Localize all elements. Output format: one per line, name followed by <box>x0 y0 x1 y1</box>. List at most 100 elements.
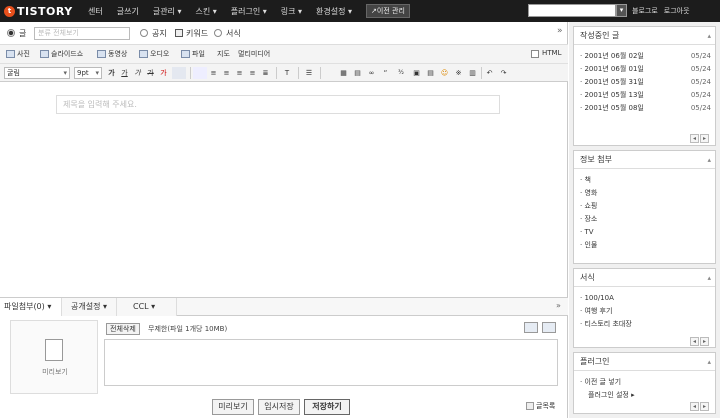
list-view-icon[interactable] <box>524 322 538 333</box>
prev-icon[interactable]: ◂ <box>690 337 699 346</box>
preview-button[interactable]: 미리보기 <box>212 399 254 415</box>
draft-item[interactable]: · 2001년 05월 31일 05/24 <box>574 76 715 89</box>
form-item[interactable]: · 티스토리 초대장 <box>574 318 715 331</box>
plugin-title[interactable]: 플러그인 <box>574 353 715 371</box>
category-select[interactable]: 분류 전체보기 <box>34 27 130 40</box>
undo-button[interactable]: ↶ <box>484 67 495 79</box>
text-color-button[interactable]: 가 <box>158 67 169 79</box>
logout-link[interactable]: 로그아웃 <box>664 6 690 16</box>
media-map[interactable]: 지도 <box>217 49 230 59</box>
table-button[interactable]: ▦ <box>338 67 349 79</box>
delete-all-button[interactable]: 전체삭제 <box>106 323 140 335</box>
title-input[interactable]: 제목을 입력해 주세요. <box>56 95 500 114</box>
top-search-input[interactable] <box>528 4 616 17</box>
prev-icon[interactable]: ◂ <box>690 402 699 411</box>
next-icon[interactable]: ▸ <box>700 134 709 143</box>
collapse-icon[interactable]: » <box>557 26 563 36</box>
nav-write[interactable]: 글쓰기 <box>117 6 139 17</box>
draft-item[interactable]: · 2001년 06월 02일 05/24 <box>574 50 715 63</box>
media-video[interactable]: 동영상 <box>97 49 127 59</box>
media-slideshow[interactable]: 슬라이드쇼 <box>40 49 83 59</box>
drafts-title[interactable]: 작성중인 글 <box>574 27 715 45</box>
draft-item[interactable]: · 2001년 06월 01일 05/24 <box>574 63 715 76</box>
quote-button[interactable]: “ <box>380 67 391 79</box>
font-select[interactable]: 굴림 <box>4 67 70 79</box>
radio-form[interactable] <box>214 29 222 37</box>
draft-item[interactable]: · 2001년 05월 13일 05/24 <box>574 89 715 102</box>
align-left-button[interactable]: ≡ <box>208 67 219 79</box>
file-list-box[interactable] <box>104 339 558 386</box>
expand-icon[interactable]: » <box>556 301 561 310</box>
nav-center[interactable]: 센터 <box>88 6 103 17</box>
info-item-person[interactable]: · 인물 <box>574 239 715 252</box>
media-multimedia[interactable]: 멀티미디어 <box>238 49 270 59</box>
old-admin-button[interactable]: ↗이전 관리 <box>366 4 410 18</box>
link-button[interactable]: ∞ <box>366 67 377 79</box>
list-button[interactable]: ☰ <box>302 67 316 79</box>
template-button[interactable]: ▤ <box>425 67 436 79</box>
post-list-link[interactable]: 글목록 <box>536 401 555 411</box>
emoticon-button[interactable]: ☺ <box>439 67 450 79</box>
tab-privacy[interactable]: 공개설정 ▾ <box>62 298 117 316</box>
media-photo[interactable]: 사진 <box>6 49 30 59</box>
info-title[interactable]: 정보 첨부 <box>574 151 715 169</box>
image-button[interactable]: ▣ <box>411 67 422 79</box>
table-insert-button[interactable]: ▥ <box>467 67 478 79</box>
editor-body[interactable]: 제목을 입력해 주세요. <box>0 82 568 298</box>
nav-skin[interactable]: 스킨 ▾ <box>195 6 216 17</box>
plugin-item[interactable]: · 이전 글 넣기 <box>574 376 715 389</box>
bold-button[interactable]: 가 <box>106 67 117 79</box>
next-icon[interactable]: ▸ <box>700 402 709 411</box>
nav-link[interactable]: 링크 ▾ <box>281 6 302 17</box>
media-file[interactable]: 파일 <box>181 49 205 59</box>
line-height-button[interactable]: T <box>280 67 294 79</box>
form-title[interactable]: 서식 <box>574 269 715 287</box>
superscript-button[interactable]: ³⁄₂ <box>394 67 408 79</box>
html-checkbox[interactable] <box>531 50 539 58</box>
tistory-logo[interactable]: t TISTORY <box>4 3 73 19</box>
nav-post-manage[interactable]: 글관리 ▾ <box>153 6 182 17</box>
align-right-button[interactable]: ≡ <box>234 67 245 79</box>
radio-post[interactable] <box>7 29 15 37</box>
form-item[interactable]: · 여행 후기 <box>574 305 715 318</box>
align-center-button[interactable]: ≡ <box>221 67 232 79</box>
tab-attach[interactable]: 파일첨부(0) ▾ <box>0 298 62 316</box>
box-button[interactable]: ▤ <box>352 67 363 79</box>
highlight-color-button[interactable] <box>172 67 186 79</box>
plugin-item-label: 이전 글 넣기 <box>584 378 622 386</box>
draft-item[interactable]: · 2001년 05월 08일 05/24 <box>574 102 715 115</box>
plugin-panel: 플러그인 · 이전 글 넣기 플러그인 설정 ▸ ◂▸ <box>573 352 716 414</box>
media-audio[interactable]: 오디오 <box>139 49 169 59</box>
highlight-icon[interactable] <box>193 67 207 79</box>
next-icon[interactable]: ▸ <box>700 337 709 346</box>
form-item[interactable]: · 100/10A <box>574 292 715 305</box>
prev-icon[interactable]: ◂ <box>690 134 699 143</box>
nav-settings[interactable]: 환경설정 ▾ <box>316 6 352 17</box>
indent-button[interactable]: ≣ <box>260 67 271 79</box>
temp-save-button[interactable]: 임시저장 <box>258 399 300 415</box>
info-item-book[interactable]: · 책 <box>574 174 715 187</box>
grid-view-icon[interactable] <box>542 322 556 333</box>
radio-notice[interactable] <box>140 29 148 37</box>
save-button[interactable]: 저장하기 <box>304 399 350 415</box>
italic-button[interactable]: 가 <box>132 67 143 79</box>
to-blog-link[interactable]: 블로그로 <box>632 6 658 16</box>
info-item-tv[interactable]: · TV <box>574 226 715 239</box>
right-sidebar: 작성중인 글 · 2001년 06월 02일05/24 · 2001년 06월 … <box>569 22 720 418</box>
more-icon[interactable] <box>324 67 335 79</box>
align-justify-button[interactable]: ≡ <box>247 67 258 79</box>
search-dropdown-button[interactable]: ▾ <box>616 4 627 17</box>
keyword-icon[interactable] <box>175 29 183 37</box>
info-item-shopping[interactable]: · 쇼핑 <box>574 200 715 213</box>
redo-button[interactable]: ↷ <box>498 67 509 79</box>
nav-plugin[interactable]: 플러그인 ▾ <box>231 6 267 17</box>
strike-button[interactable]: 가 <box>145 67 156 79</box>
info-item-place[interactable]: · 장소 <box>574 213 715 226</box>
slideshow-icon <box>40 50 49 58</box>
info-item-movie[interactable]: · 영화 <box>574 187 715 200</box>
tab-ccl[interactable]: CCL ▾ <box>117 298 177 316</box>
underline-button[interactable]: 가 <box>119 67 130 79</box>
top-links: 블로그로 로그아웃 <box>632 0 696 22</box>
font-size-select[interactable]: 9pt <box>74 67 102 79</box>
special-char-button[interactable]: ※ <box>453 67 464 79</box>
